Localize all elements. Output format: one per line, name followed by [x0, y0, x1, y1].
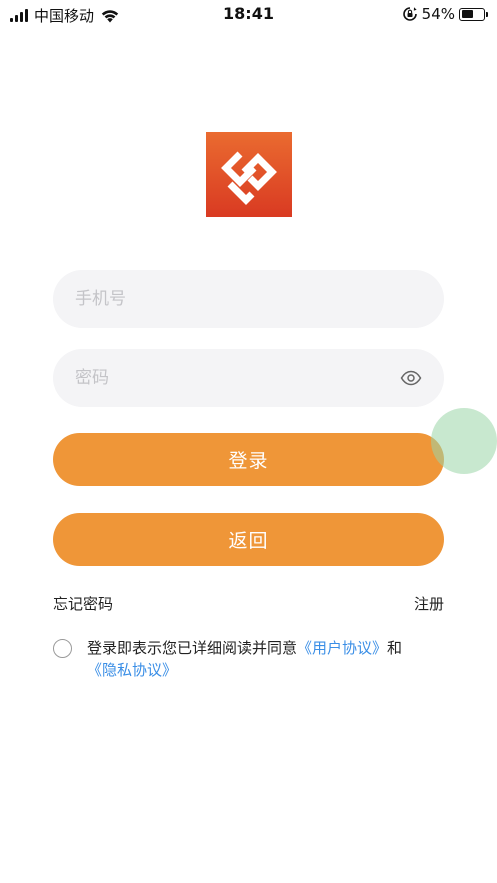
password-input[interactable]	[75, 368, 400, 388]
battery-icon	[459, 7, 488, 21]
agreement-conjunction: 和	[387, 639, 403, 657]
back-button[interactable]: 返回	[53, 513, 444, 566]
user-agreement-link[interactable]: 《用户协议》	[297, 639, 387, 657]
auth-links: 忘记密码 注册	[53, 593, 444, 614]
privacy-policy-link[interactable]: 《隐私协议》	[87, 661, 177, 679]
login-button[interactable]: 登录	[53, 433, 444, 486]
forgot-password-link[interactable]: 忘记密码	[53, 593, 113, 614]
agreement-text: 登录即表示您已详细阅读并同意《用户协议》和 《隐私协议》	[87, 637, 457, 679]
battery-fill	[461, 10, 473, 18]
register-link[interactable]: 注册	[414, 593, 444, 614]
agreement-prefix: 登录即表示您已详细阅读并同意	[87, 639, 298, 657]
phone-field[interactable]	[53, 270, 444, 328]
battery-percent: 54%	[421, 5, 455, 23]
agreement-radio-icon[interactable]	[53, 639, 72, 658]
app-logo	[206, 132, 292, 217]
eye-icon[interactable]	[400, 370, 422, 386]
status-right: 54%	[402, 5, 488, 23]
phone-input[interactable]	[75, 289, 422, 309]
orientation-lock-icon	[402, 7, 417, 21]
status-bar: 中国移动 18:41 54%	[0, 0, 497, 30]
password-field[interactable]	[53, 349, 444, 407]
